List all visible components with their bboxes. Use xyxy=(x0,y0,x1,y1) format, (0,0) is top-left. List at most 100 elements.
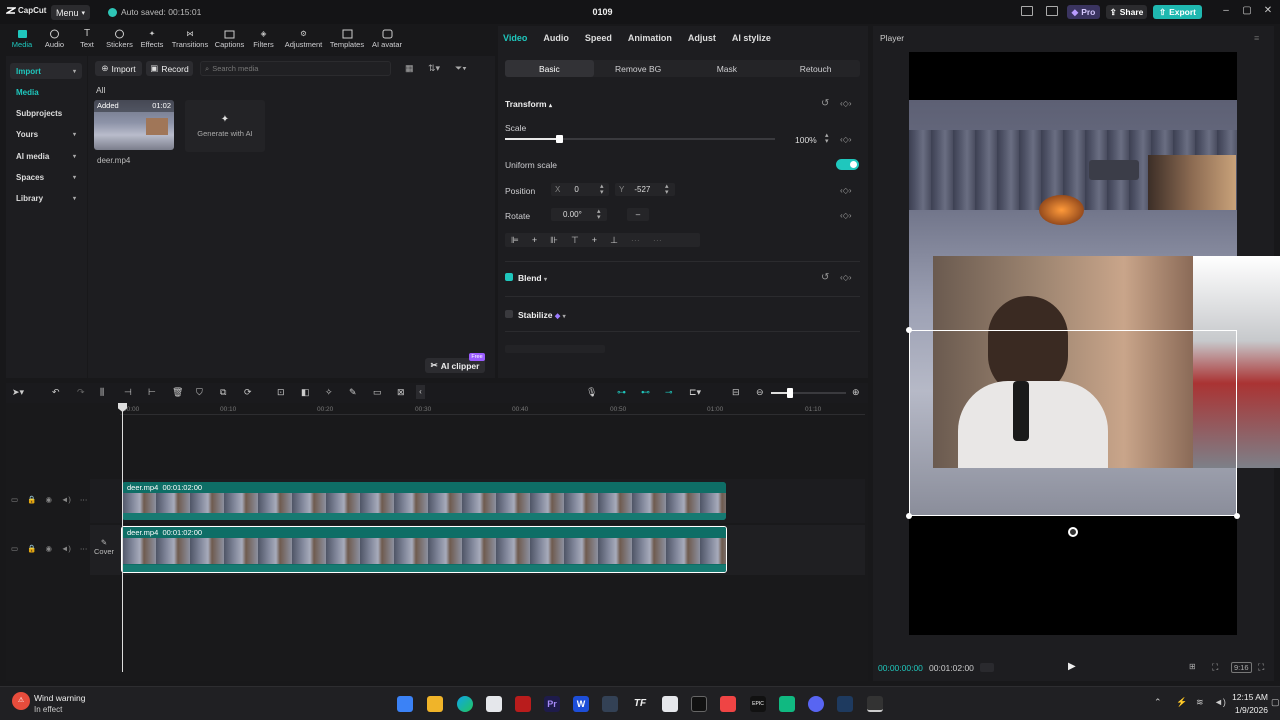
epic-games-icon[interactable]: EPIC xyxy=(750,696,766,712)
redo-icon[interactable]: ↷ xyxy=(77,387,85,398)
delete-icon[interactable]: 🗑 xyxy=(172,387,183,398)
undo-icon[interactable]: ↶ xyxy=(52,387,60,398)
fullscreen-mode-icon[interactable]: ⊞ xyxy=(1189,662,1196,671)
timeline-fit-icon[interactable]: ⊟ xyxy=(732,387,740,398)
tf-app-icon[interactable]: TF xyxy=(632,696,648,712)
tab-captions[interactable]: Captions xyxy=(212,26,247,52)
sidebar-item-media[interactable]: Media xyxy=(10,84,82,100)
zoom-in-icon[interactable]: ⊕ xyxy=(852,387,860,398)
clock-time[interactable]: 12:15 AM xyxy=(1228,692,1268,702)
weather-warning-icon[interactable]: ⚠ xyxy=(12,692,30,710)
tab-adjust[interactable]: Adjust xyxy=(680,31,724,45)
media-clip-thumbnail[interactable]: Added 01:02 xyxy=(94,100,174,150)
app-icon[interactable] xyxy=(779,696,795,712)
y-stepper-icon[interactable]: ▴ ▾ xyxy=(665,183,669,196)
layout-icon[interactable] xyxy=(1021,6,1033,16)
blend-heading[interactable]: Blend ▾ xyxy=(518,273,547,283)
split-left-icon[interactable]: ⊣ xyxy=(124,387,132,398)
export-frame-icon[interactable]: ⊠ xyxy=(397,387,405,398)
uniform-scale-toggle[interactable] xyxy=(836,159,859,170)
tab-audio[interactable]: Audio xyxy=(38,26,71,52)
subtab-mask[interactable]: Mask xyxy=(683,60,772,77)
keyframe-icon[interactable]: ‹◇› xyxy=(840,99,851,108)
keyframe-icon[interactable]: ‹◇› xyxy=(840,273,851,282)
more-icon[interactable]: ⋯ xyxy=(80,495,88,504)
align-left-icon[interactable]: ⊫ xyxy=(511,235,519,246)
tab-stickers[interactable]: Stickers xyxy=(103,26,136,52)
rotate-dial-button[interactable]: – xyxy=(627,208,649,221)
tab-audio-props[interactable]: Audio xyxy=(535,31,577,45)
windows-start-icon[interactable] xyxy=(397,696,413,712)
mirror-icon[interactable]: ◧ xyxy=(301,387,310,398)
freeze-icon[interactable]: ⊡ xyxy=(277,387,285,398)
x-stepper-icon[interactable]: ▴ ▾ xyxy=(600,183,604,196)
subtab-remove-bg[interactable]: Remove BG xyxy=(594,60,683,77)
app-icon[interactable] xyxy=(602,696,618,712)
music-icon[interactable] xyxy=(720,696,736,712)
magic-wand-icon[interactable]: ✎ xyxy=(349,387,357,398)
more-tools-chevron-icon[interactable]: ‹ xyxy=(416,385,425,399)
sidebar-item-import[interactable]: Import ▾ xyxy=(10,63,82,79)
capcut-taskbar-icon[interactable] xyxy=(867,696,883,712)
rotate-handle[interactable] xyxy=(1068,527,1078,537)
discord-icon[interactable] xyxy=(808,696,824,712)
reset-icon[interactable]: ↺ xyxy=(821,272,829,283)
shield-icon[interactable]: ⛉ xyxy=(196,387,203,398)
ratio-icon[interactable]: 9:16 xyxy=(1231,662,1252,673)
eye-icon[interactable]: ◉ xyxy=(45,495,52,504)
premiere-icon[interactable]: Pr xyxy=(544,696,560,712)
tab-filters[interactable]: ◈ Filters xyxy=(247,26,280,52)
zoom-out-icon[interactable]: ⊖ xyxy=(756,387,764,398)
rotate-stepper-icon[interactable]: ▴ ▾ xyxy=(597,208,601,221)
split-icon[interactable]: ⫼ xyxy=(100,387,104,398)
sidebar-item-spaces[interactable]: Spaces ▾ xyxy=(10,169,82,185)
export-button[interactable]: ⇧ Export xyxy=(1153,5,1202,19)
align-bottom-icon[interactable]: ⊥ xyxy=(610,235,618,246)
tab-effects[interactable]: ✦ Effects xyxy=(136,26,168,52)
share-button[interactable]: ⇪ Share xyxy=(1106,5,1147,19)
tab-animation[interactable]: Animation xyxy=(620,31,680,45)
stabilize-checkbox[interactable] xyxy=(505,310,513,318)
steam-icon[interactable] xyxy=(837,696,853,712)
auto-snap-icon[interactable]: ⊷ xyxy=(641,387,650,398)
file-explorer-icon[interactable] xyxy=(427,696,443,712)
shortcut-icon[interactable] xyxy=(1046,6,1058,16)
generate-with-ai-button[interactable]: ✦ Generate with AI xyxy=(185,100,265,152)
record-button[interactable]: ▣ Record xyxy=(146,61,193,76)
align-center-v-icon[interactable]: + xyxy=(592,235,597,245)
resize-handle[interactable] xyxy=(906,513,912,519)
select-tool-icon[interactable]: ➤▾ xyxy=(12,387,24,398)
subtab-retouch[interactable]: Retouch xyxy=(771,60,860,77)
ai-effect-icon[interactable]: ✧ xyxy=(325,387,333,398)
zoom-slider-handle[interactable] xyxy=(787,388,793,398)
transform-heading[interactable]: Transform ▴ xyxy=(505,99,552,109)
timeline-clip-selected[interactable]: deer.mp4 00:01:02:00 xyxy=(121,526,727,573)
filter-icon[interactable]: ⏷▾ xyxy=(455,63,467,74)
maximize-icon[interactable]: ▢ xyxy=(1241,5,1253,17)
sidebar-item-library[interactable]: Library ▾ xyxy=(10,190,82,206)
import-button[interactable]: ⊕ Import xyxy=(95,61,142,76)
sidebar-item-ai-media[interactable]: AI media ▾ xyxy=(10,148,82,164)
lock-icon[interactable]: 🔒 xyxy=(27,544,36,553)
word-icon[interactable]: W xyxy=(573,696,589,712)
edge-icon[interactable] xyxy=(457,696,473,712)
keyframe-icon[interactable]: ‹◇› xyxy=(840,186,851,195)
crop-icon[interactable]: ⛶ xyxy=(1212,662,1218,673)
crop-clip-icon[interactable]: ⧉ xyxy=(220,387,226,398)
close-icon[interactable]: ✕ xyxy=(1262,5,1274,17)
scale-stepper-icon[interactable]: ▴ ▾ xyxy=(825,132,829,145)
speed-icon[interactable]: ⟳ xyxy=(244,387,252,398)
chevron-up-icon[interactable]: ⌃ xyxy=(1154,697,1162,708)
sidebar-item-subprojects[interactable]: Subprojects xyxy=(10,105,82,121)
tab-adjustment[interactable]: ⚙ Adjustment xyxy=(280,26,327,52)
speaker-icon[interactable]: ◄) xyxy=(61,495,71,504)
tab-ai-stylize[interactable]: AI stylize xyxy=(724,31,779,45)
tab-templates[interactable]: Templates xyxy=(327,26,367,52)
distribute-h-icon[interactable]: ⋯ xyxy=(631,235,640,246)
menu-lines-icon[interactable]: ≡ xyxy=(1254,33,1259,43)
tab-transitions[interactable]: ⋈ Transitions xyxy=(168,26,212,52)
app-icon[interactable] xyxy=(515,696,531,712)
lock-icon[interactable]: 🔒 xyxy=(27,495,36,504)
main-track-magnet-icon[interactable]: ⊶ xyxy=(617,387,626,398)
timecode-toggle[interactable] xyxy=(980,663,994,672)
